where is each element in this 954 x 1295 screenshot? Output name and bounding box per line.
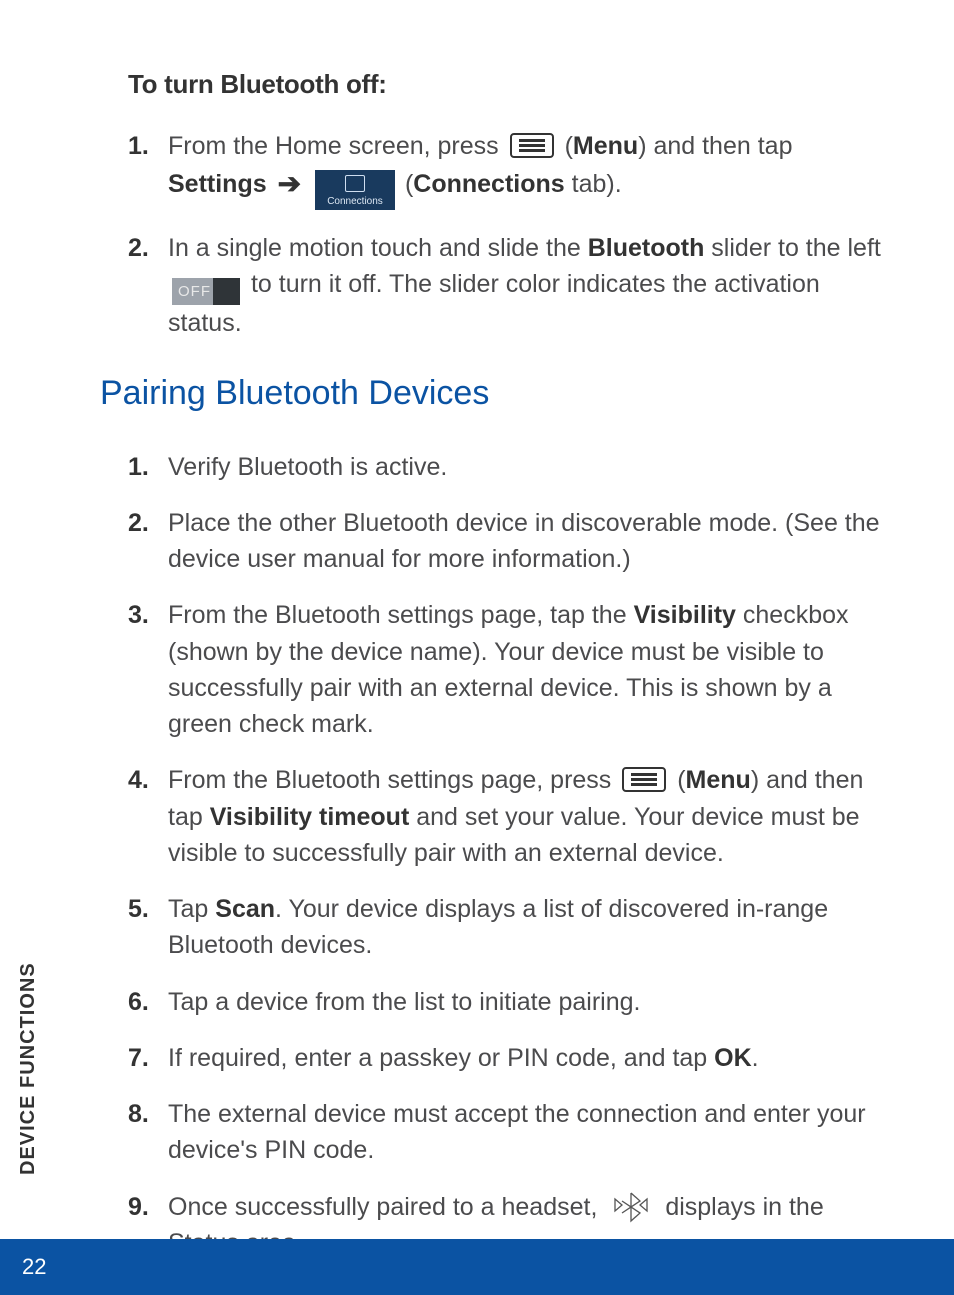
- menu-icon: [622, 767, 666, 792]
- list-item: 7. If required, enter a passkey or PIN c…: [128, 1040, 884, 1076]
- list-item: 2. Place the other Bluetooth device in d…: [128, 505, 884, 578]
- list-item: 1. Verify Bluetooth is active.: [128, 449, 884, 485]
- text: Verify Bluetooth is active.: [168, 453, 447, 481]
- text: Tap a device from the list to initiate p…: [168, 988, 640, 1016]
- text: to turn it off. The slider color indicat…: [168, 270, 820, 337]
- steps-turn-off: 1. From the Home screen, press (Menu) an…: [128, 128, 884, 342]
- page-content: To turn Bluetooth off: 1. From the Home …: [0, 0, 954, 1261]
- off-slider-icon: OFF: [172, 278, 240, 305]
- list-item: 3. From the Bluetooth settings page, tap…: [128, 597, 884, 742]
- scan-label: Scan: [215, 895, 275, 923]
- list-item: 4. From the Bluetooth settings page, pre…: [128, 762, 884, 871]
- list-item: 6. Tap a device from the list to initiat…: [128, 984, 884, 1020]
- text: The external device must accept the conn…: [168, 1100, 866, 1164]
- text: From the Bluetooth settings page, tap th…: [168, 601, 634, 629]
- step-number: 1.: [128, 128, 149, 164]
- text: From the Bluetooth settings page, press: [168, 766, 618, 794]
- step-number: 8.: [128, 1096, 149, 1132]
- section-heading-bt-off: To turn Bluetooth off:: [128, 66, 884, 104]
- step-number: 2.: [128, 505, 149, 541]
- text: From the Home screen, press: [168, 132, 506, 160]
- list-item: 8. The external device must accept the c…: [128, 1096, 884, 1169]
- text: tab).: [565, 170, 622, 198]
- text: .: [752, 1044, 759, 1072]
- step-number: 5.: [128, 891, 149, 927]
- step-number: 3.: [128, 597, 149, 633]
- step-number: 6.: [128, 984, 149, 1020]
- bluetooth-headset-icon: [608, 1189, 654, 1225]
- step-number: 2.: [128, 230, 149, 266]
- ok-label: OK: [714, 1044, 752, 1072]
- text: Place the other Bluetooth device in disc…: [168, 509, 880, 573]
- menu-icon: [510, 133, 554, 158]
- text: ) and then tap: [638, 132, 792, 160]
- step-number: 1.: [128, 449, 149, 485]
- step-number: 7.: [128, 1040, 149, 1076]
- text: If required, enter a passkey or PIN code…: [168, 1044, 714, 1072]
- list-item: 5. Tap Scan. Your device displays a list…: [128, 891, 884, 964]
- step-number: 9.: [128, 1189, 149, 1225]
- text: Tap: [168, 895, 215, 923]
- steps-pairing: 1. Verify Bluetooth is active. 2. Place …: [128, 449, 884, 1262]
- text: Once successfully paired to a headset,: [168, 1193, 604, 1221]
- menu-label: Menu: [686, 766, 751, 794]
- arrow-icon: ➔: [278, 168, 301, 199]
- connections-icon: Connections: [315, 170, 395, 210]
- menu-label: Menu: [573, 132, 638, 160]
- visibility-timeout-label: Visibility timeout: [210, 803, 410, 831]
- bluetooth-label: Bluetooth: [588, 234, 705, 262]
- page-footer: 22: [0, 1239, 954, 1295]
- visibility-label: Visibility: [634, 601, 736, 629]
- text: In a single motion touch and slide the: [168, 234, 588, 262]
- connections-label: Connections: [413, 170, 564, 198]
- page-number: 22: [22, 1254, 46, 1279]
- step-number: 4.: [128, 762, 149, 798]
- text: slider to the left: [704, 234, 880, 262]
- list-item: 1. From the Home screen, press (Menu) an…: [128, 128, 884, 210]
- list-item: 2. In a single motion touch and slide th…: [128, 230, 884, 342]
- side-tab-label: DEVICE FUNCTIONS: [17, 962, 40, 1175]
- section-heading-pairing: Pairing Bluetooth Devices: [100, 369, 884, 418]
- settings-label: Settings: [168, 170, 267, 198]
